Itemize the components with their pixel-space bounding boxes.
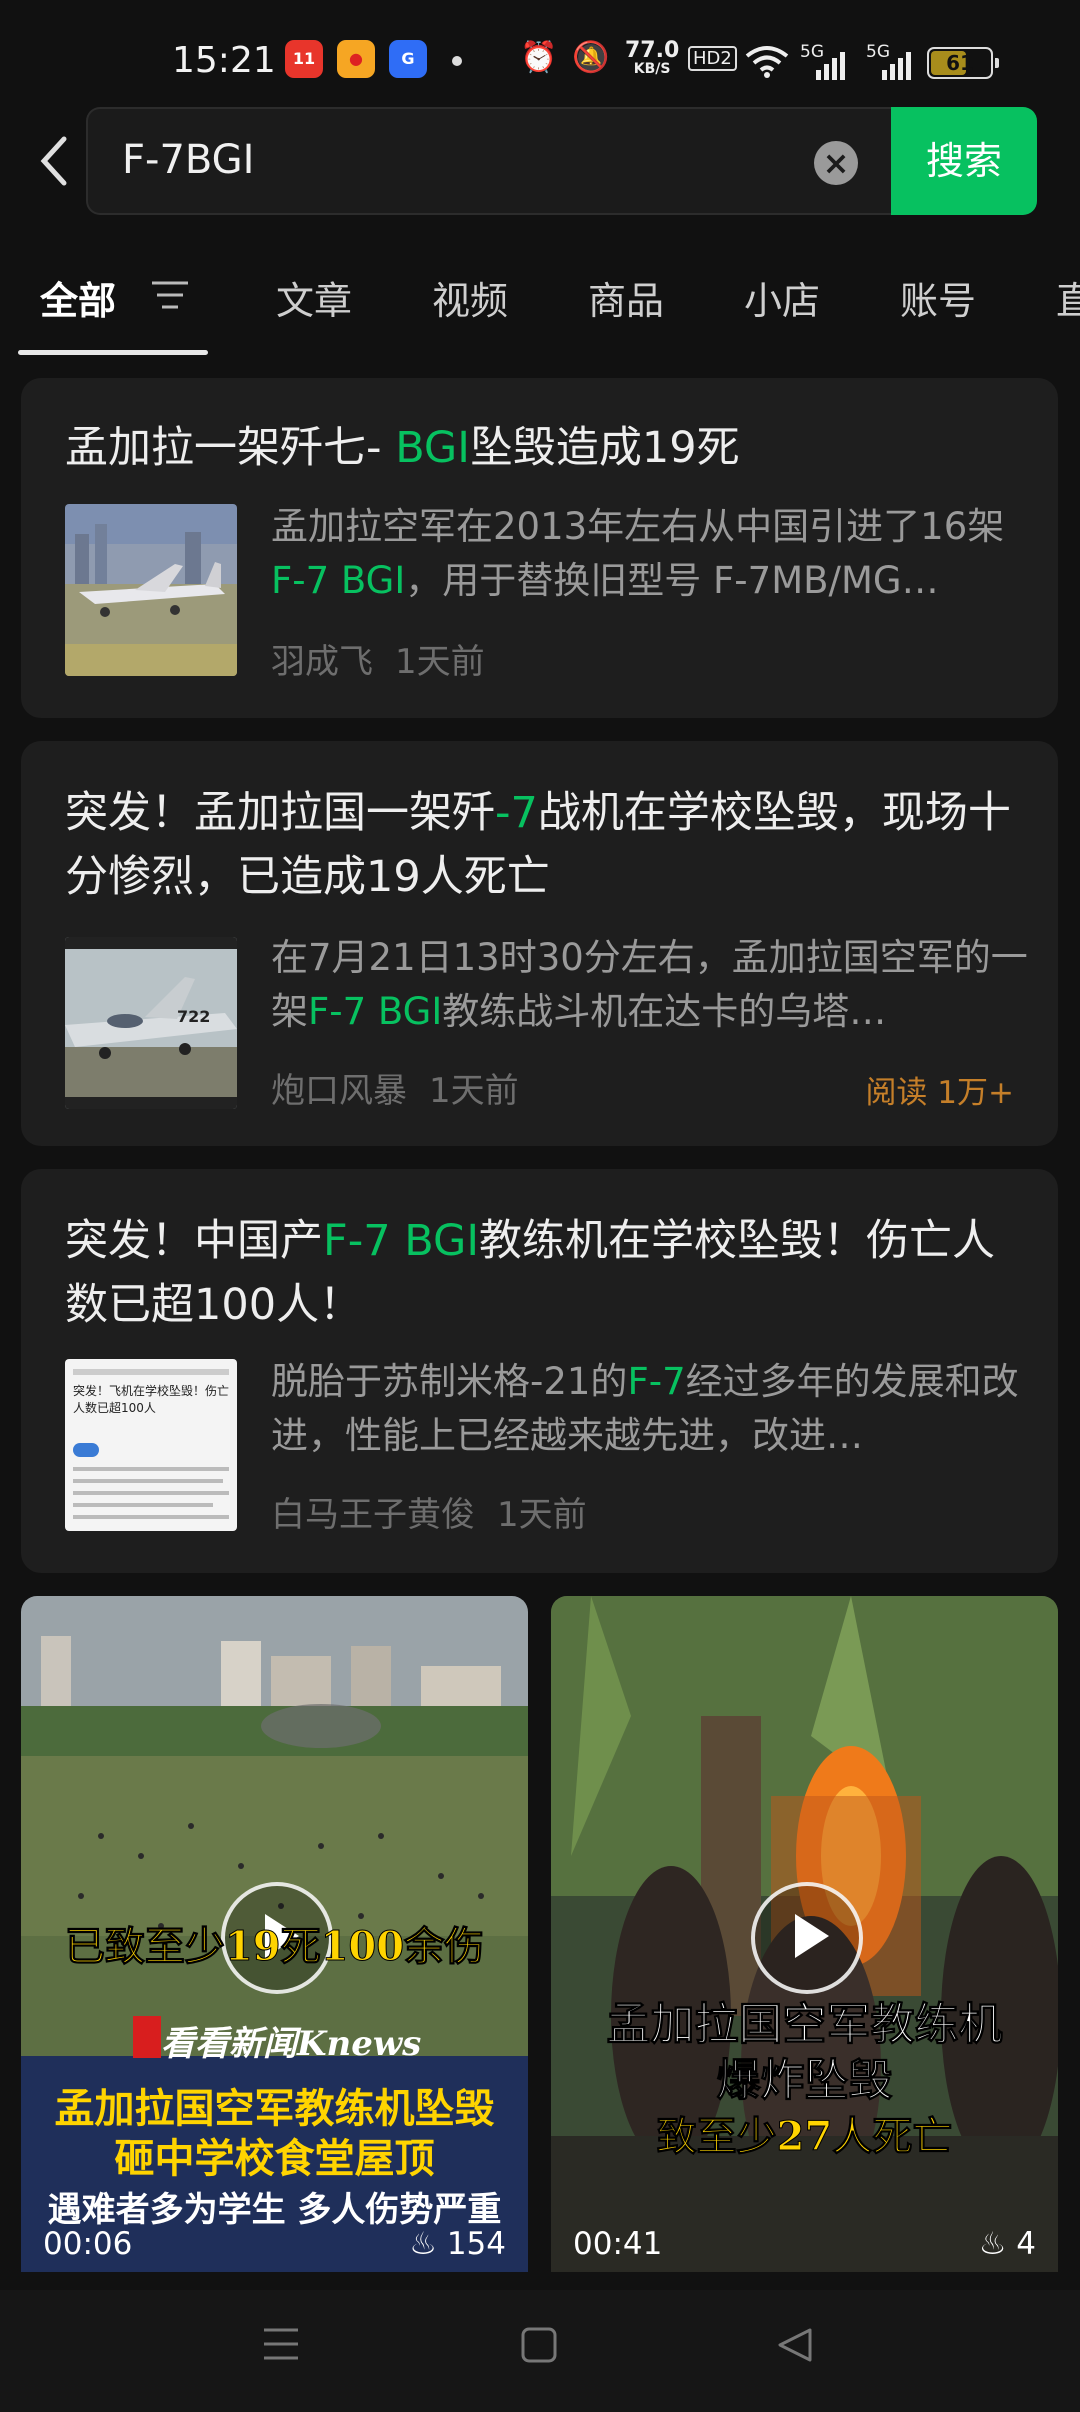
tab-articles[interactable]: 文章 xyxy=(276,270,352,325)
mute-icon: 🔕 xyxy=(572,40,610,75)
net-speed: 77.0 KB/S xyxy=(625,38,680,78)
card-meta: 炮口风暴 1天前 xyxy=(271,1063,541,1112)
search-row: F-7BGI × 搜索 xyxy=(0,107,1080,215)
card-source[interactable]: 羽成飞 xyxy=(271,642,373,682)
back-triangle-icon[interactable] xyxy=(776,2326,814,2364)
play-icon[interactable] xyxy=(751,1882,863,1994)
card-source[interactable]: 炮口风暴 xyxy=(271,1071,407,1111)
flame-icon: ♨ xyxy=(978,2226,1007,2262)
search-input[interactable]: F-7BGI × xyxy=(86,107,894,215)
g-app-icon: G xyxy=(389,40,427,78)
card-snippet: 脱胎于苏制米格-21的F-7经过多年的发展和改进，性能上已经越来越先进，改进… xyxy=(271,1360,1019,1457)
weibo-icon: ● xyxy=(337,40,375,78)
read-count: 阅读 1万+ xyxy=(865,1075,1014,1111)
card-thumbnail[interactable]: 突发！飞机在学校坠毁！伤亡人数已超100人 xyxy=(65,1359,237,1531)
video-card-1[interactable]: 已致至少19死100余伤 看看新闻Knews 孟加拉国空军教练机坠毁 砸中学校食… xyxy=(21,1596,528,2272)
result-card-1[interactable]: 孟加拉一架歼七- BGI坠毁造成19死 孟加拉空军在2013年左右从中国引进了1… xyxy=(21,378,1058,718)
tab-all[interactable]: 全部 xyxy=(40,270,116,325)
menu-icon[interactable] xyxy=(262,2326,300,2362)
video-caption-3: 遇难者多为学生 多人伤势严重 xyxy=(47,2190,502,2230)
card-title[interactable]: 突发！中国产F-7 BGI教练机在学校坠毁！伤亡人数已超100人！ xyxy=(65,1209,1015,1337)
card-thumbnail[interactable]: 722 xyxy=(65,937,237,1109)
card-thumbnail[interactable] xyxy=(65,504,237,676)
video-caption-3: 致至少27人死亡 xyxy=(656,2113,953,2161)
clear-icon[interactable]: × xyxy=(814,141,858,185)
tab-products[interactable]: 商品 xyxy=(588,270,664,325)
signal-2-icon xyxy=(882,52,911,80)
tab-videos[interactable]: 视频 xyxy=(432,270,508,325)
shopping-app-icon: 11 xyxy=(285,40,323,78)
result-card-2[interactable]: 突发！孟加拉国一架歼-7战机在学校坠毁，现场十分惨烈，已造成19人死亡 722 … xyxy=(21,741,1058,1146)
card-snippet: 孟加拉空军在2013年左右从中国引进了16架 F-7 BGI，用于替换旧型号 F… xyxy=(271,505,1005,602)
video-likes: ♨ 154 xyxy=(409,2226,506,2262)
search-button[interactable]: 搜索 xyxy=(891,107,1037,215)
card-meta: 白马王子黄俊 1天前 xyxy=(271,1487,609,1536)
card-time: 1天前 xyxy=(395,642,485,682)
thumb-tail-number: 722 xyxy=(177,1007,211,1026)
card-snippet: 在7月21日13时30分左右，孟加拉国空军的一架F-7 BGI教练战斗机在达卡的… xyxy=(271,936,1028,1033)
flame-icon: ♨ xyxy=(409,2226,437,2262)
tab-accounts[interactable]: 账号 xyxy=(900,270,976,325)
card-meta: 羽成飞 1天前 xyxy=(271,634,507,683)
filter-icon[interactable] xyxy=(150,280,190,310)
card-title[interactable]: 孟加拉一架歼七- BGI坠毁造成19死 xyxy=(65,416,1015,480)
video-brand: 看看新闻Knews xyxy=(161,2024,422,2064)
card-source[interactable]: 白马王子黄俊 xyxy=(271,1495,475,1535)
card-time: 1天前 xyxy=(429,1071,519,1111)
video-caption-2: 砸中学校食堂屋顶 xyxy=(114,2135,435,2182)
video-caption-2: 爆炸坠毁 xyxy=(716,2055,893,2107)
status-time: 15:21 xyxy=(172,40,276,81)
video-overlay-text: 已致至少19死100余伤 xyxy=(64,1923,485,1971)
video-duration: 00:41 xyxy=(573,2226,663,2262)
system-nav-bar xyxy=(0,2290,1080,2412)
battery-icon: 61 xyxy=(927,47,999,79)
video-caption-1: 孟加拉国空军教练机 xyxy=(606,1999,1003,2051)
card-title[interactable]: 突发！孟加拉国一架歼-7战机在学校坠毁，现场十分惨烈，已造成19人死亡 xyxy=(65,781,1015,909)
search-query[interactable]: F-7BGI xyxy=(122,137,254,183)
video-card-2[interactable]: 孟加拉国空军教练机 爆炸坠毁 致至少27人死亡 00:41 ♨ 4 xyxy=(551,1596,1058,2272)
battery-level: 61 xyxy=(946,51,974,75)
back-arrow-icon[interactable] xyxy=(34,133,74,189)
video-likes: ♨ 4 xyxy=(978,2226,1036,2262)
status-bar: 15:21 11 ● G ⏰ 🔕 77.0 KB/S HD2 5G 5G 61 xyxy=(0,0,1080,110)
alarm-icon: ⏰ xyxy=(520,40,558,75)
signal-1-icon xyxy=(816,52,845,80)
card-time: 1天前 xyxy=(497,1495,587,1535)
home-square-icon[interactable] xyxy=(520,2326,558,2364)
thumb-headline: 突发！飞机在学校坠毁！伤亡人数已超100人 xyxy=(73,1384,230,1415)
hd-icon: HD2 xyxy=(688,46,737,71)
knews-logo-icon xyxy=(133,2016,161,2058)
video-duration: 00:06 xyxy=(43,2226,133,2262)
tab-underline xyxy=(18,350,208,355)
result-card-3[interactable]: 突发！中国产F-7 BGI教练机在学校坠毁！伤亡人数已超100人！ 突发！飞机在… xyxy=(21,1169,1058,1573)
notification-dot-icon xyxy=(452,56,462,66)
wifi-icon xyxy=(745,46,789,78)
tab-shops[interactable]: 小店 xyxy=(744,270,820,325)
tab-live[interactable]: 直 xyxy=(1056,270,1080,325)
result-tabs: 全部 文章 视频 商品 小店 账号 直 xyxy=(0,250,1080,360)
